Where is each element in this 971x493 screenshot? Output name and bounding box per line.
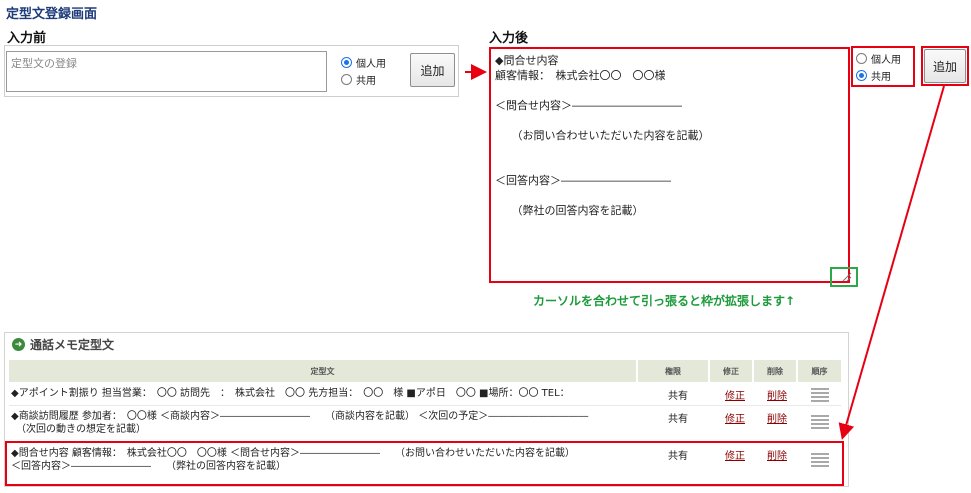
annotation-arrows: [465, 64, 945, 440]
arrow-down-icon: [838, 85, 945, 440]
